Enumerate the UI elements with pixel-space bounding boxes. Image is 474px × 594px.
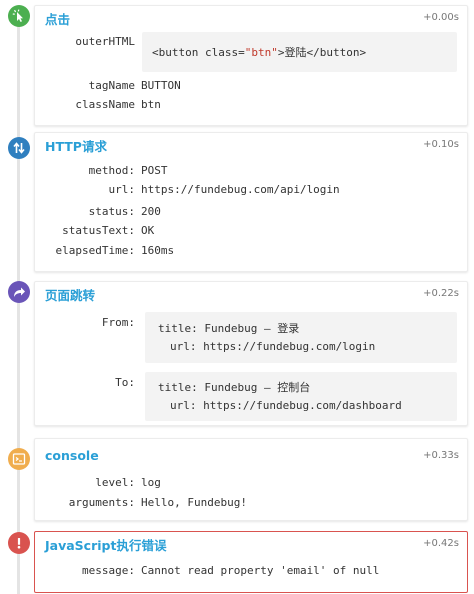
field-value: https://fundebug.com/api/login bbox=[141, 183, 340, 196]
field-row: arguments: Hello, Fundebug! bbox=[35, 494, 467, 512]
terminal-icon bbox=[8, 448, 30, 470]
event-title: console bbox=[45, 448, 99, 463]
field-key: method: bbox=[88, 164, 135, 177]
event-title: JavaScript执行错误 bbox=[45, 538, 167, 553]
from-page-box: title: Fundebug – 登录 url: https://fundeb… bbox=[145, 312, 457, 363]
page-url-line: url: https://fundebug.com/dashboard bbox=[170, 399, 402, 412]
field-value: 200 bbox=[141, 205, 161, 218]
field-key: tagName bbox=[88, 79, 135, 92]
event-time: +0.33s bbox=[423, 450, 459, 461]
code-attr: "btn" bbox=[244, 46, 278, 59]
field-value: Hello, Fundebug! bbox=[141, 496, 247, 509]
field-key: outerHTML bbox=[75, 35, 135, 48]
timeline-line bbox=[17, 14, 20, 594]
event-title: 点击 bbox=[45, 12, 71, 27]
page-title-line: title: Fundebug – 控制台 bbox=[158, 381, 311, 394]
event-card: 页面跳转 +0.22s From: title: Fundebug – 登录 u… bbox=[34, 281, 468, 426]
code-text: >登陆</button> bbox=[277, 46, 367, 59]
field-key: From: bbox=[101, 316, 135, 329]
field-row: status: 200 bbox=[35, 203, 467, 221]
to-page-box: title: Fundebug – 控制台 url: https://funde… bbox=[145, 372, 457, 421]
share-arrow-icon bbox=[8, 281, 30, 303]
field-value: OK bbox=[141, 224, 155, 237]
field-value: Cannot read property 'email' of null bbox=[141, 564, 380, 577]
event-time: +0.00s bbox=[423, 12, 459, 23]
event-title: 页面跳转 bbox=[45, 288, 96, 303]
field-value: POST bbox=[141, 164, 168, 177]
field-key: message: bbox=[82, 564, 135, 577]
event-card: HTTP请求 +0.10s method: POST url: https://… bbox=[34, 132, 468, 272]
exclamation-icon bbox=[8, 532, 30, 554]
field-row: tagName BUTTON bbox=[35, 77, 467, 95]
field-key: To: bbox=[115, 376, 135, 389]
field-key: statusText: bbox=[62, 224, 135, 237]
field-row: className btn bbox=[35, 96, 467, 114]
field-row: elapsedTime: 160ms bbox=[35, 242, 467, 260]
field-row: statusText: OK bbox=[35, 222, 467, 240]
code-text: <button class= bbox=[152, 46, 245, 59]
outer-html-code: <button class="btn">登陆</button> bbox=[142, 32, 457, 72]
field-row: method: POST bbox=[35, 162, 467, 180]
page-title-line: title: Fundebug – 登录 bbox=[158, 322, 300, 335]
field-value: btn bbox=[141, 98, 161, 111]
event-time: +0.22s bbox=[423, 288, 459, 299]
event-card: console +0.33s level: log arguments: Hel… bbox=[34, 438, 468, 521]
field-value: 160ms bbox=[141, 244, 175, 257]
event-card-error: JavaScript执行错误 +0.42s message: Cannot re… bbox=[34, 531, 468, 593]
event-time: +0.10s bbox=[423, 139, 459, 150]
field-key: elapsedTime: bbox=[55, 244, 135, 257]
event-card: 点击 +0.00s outerHTML <button class="btn">… bbox=[34, 5, 468, 126]
cursor-click-icon bbox=[8, 5, 30, 27]
up-down-arrows-icon bbox=[8, 137, 30, 159]
field-value: BUTTON bbox=[141, 79, 181, 92]
field-value: log bbox=[141, 476, 161, 489]
page-url-line: url: https://fundebug.com/login bbox=[170, 340, 376, 353]
event-time: +0.42s bbox=[423, 538, 459, 549]
field-key: status: bbox=[88, 205, 135, 218]
event-title: HTTP请求 bbox=[45, 139, 107, 154]
field-row: url: https://fundebug.com/api/login bbox=[35, 181, 467, 199]
field-row: level: log bbox=[35, 474, 467, 492]
field-key: className bbox=[75, 98, 135, 111]
field-key: arguments: bbox=[68, 496, 135, 509]
field-key: level: bbox=[95, 476, 135, 489]
field-row: message: Cannot read property 'email' of… bbox=[35, 562, 467, 580]
field-key: url: bbox=[108, 183, 136, 196]
